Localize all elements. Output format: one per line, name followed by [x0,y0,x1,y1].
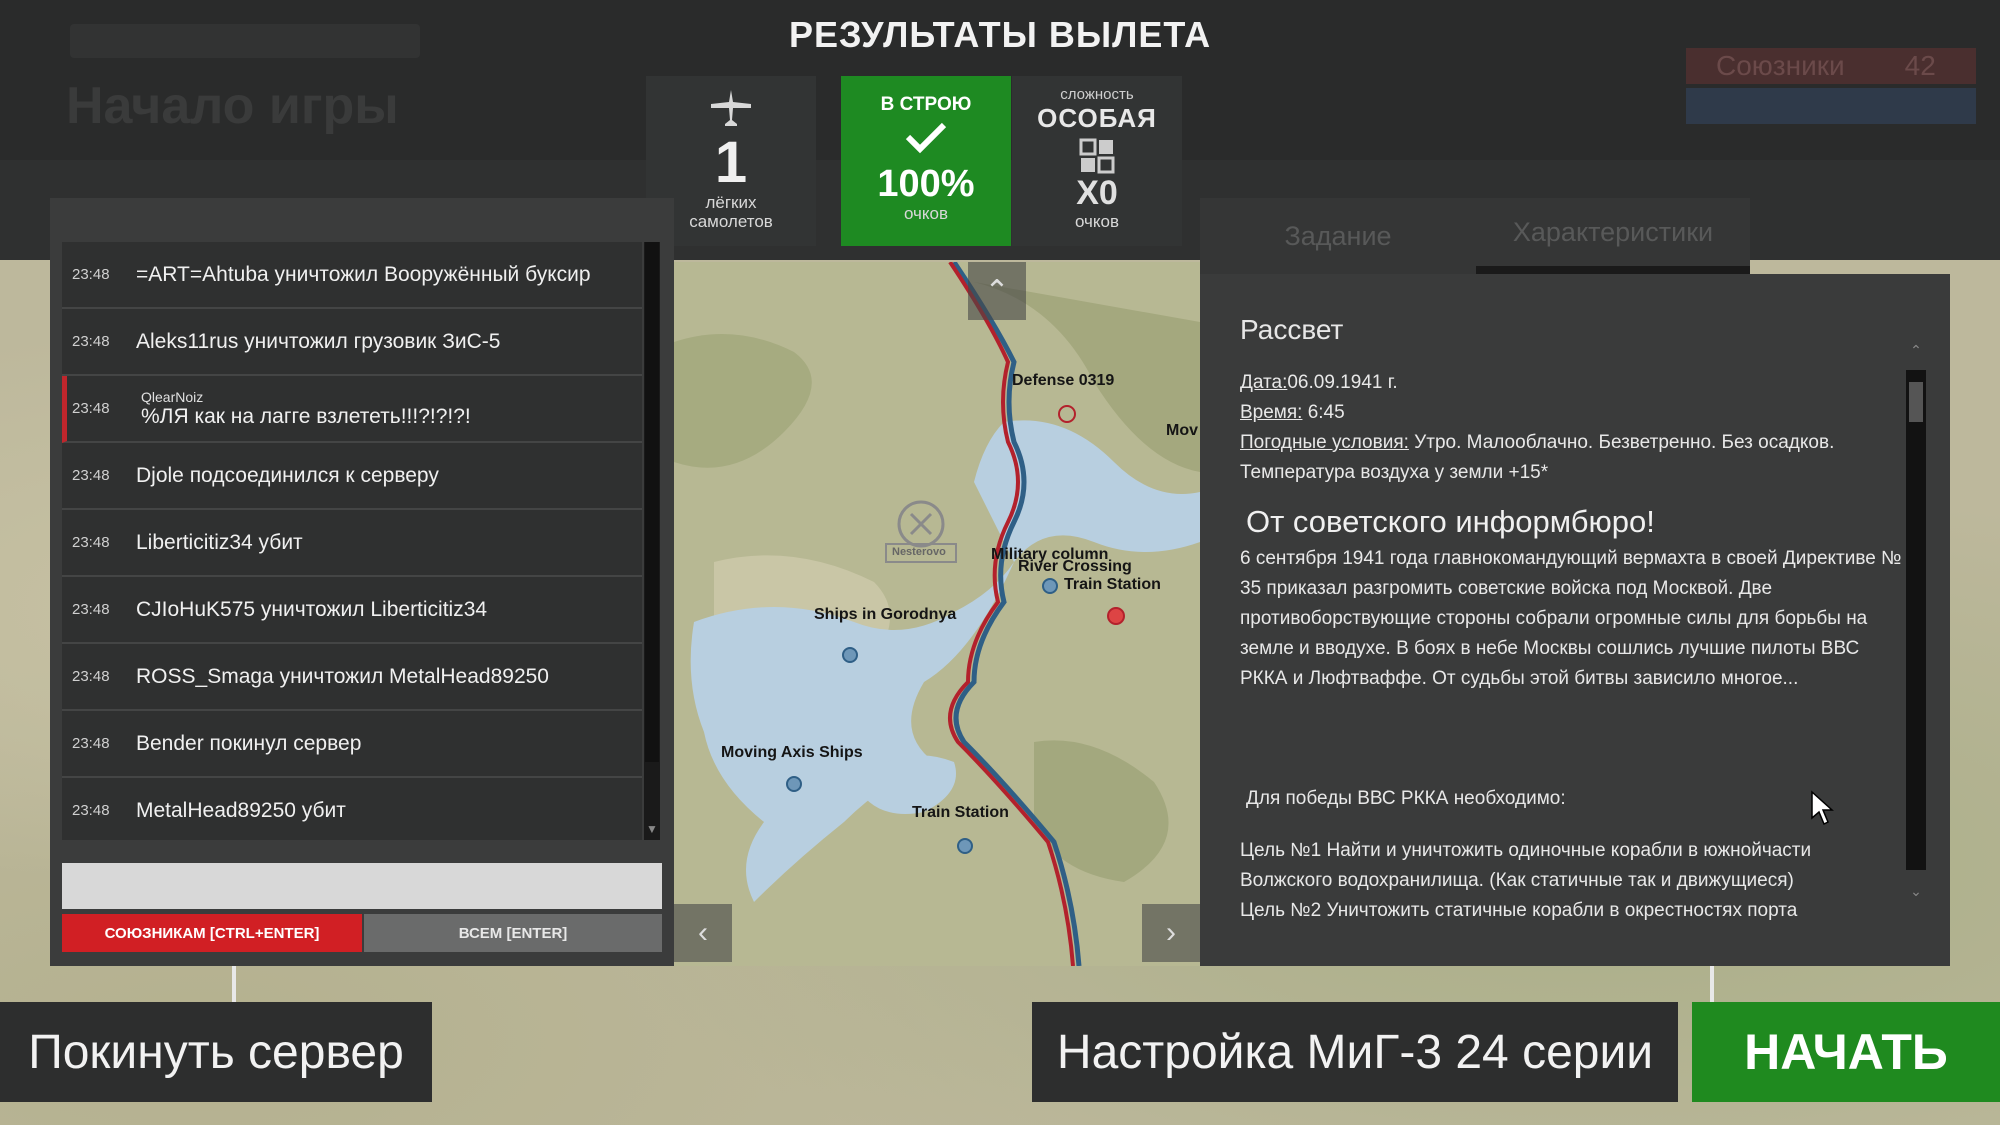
chevron-up-icon[interactable]: ⌃ [1906,342,1926,359]
weather-value: Утро. Малооблачно. Безветренно. Без осад… [1408,432,1835,453]
difficulty-level: ОСОБАЯ [1037,103,1157,133]
chat-time: 23:48 [72,333,110,350]
chat-text: =ART=Ahtuba уничтожил Вооружённый буксир [136,262,591,286]
briefing-content[interactable]: Рассвет Дата:06.09.1941 г. Время: 6:45 П… [1240,314,1906,938]
time-value: 6:45 [1302,402,1345,423]
leave-server-button[interactable]: Покинуть сервер [0,1002,432,1102]
checkmark-icon [841,118,1011,164]
tab-task[interactable]: Задание [1200,198,1476,274]
chat-time: 23:48 [72,668,110,685]
briefing-heading: От советского информбюро! [1246,504,1655,539]
goal-header: Для победы ВВС РККА необходимо: [1246,788,1566,809]
chat-text: Liberticitiz34 убит [136,530,303,554]
stat-status: В СТРОЮ 100% очков [841,76,1011,246]
chat-text: Bender покинул сервер [136,731,362,755]
mouse-cursor-icon [1811,790,1834,826]
chat-author: QlearNoiz [141,388,204,405]
date-label: Дата: [1240,372,1288,393]
briefing-paragraph: 6 сентября 1941 года главнокомандующий в… [1240,548,1902,689]
map-grid-mark [1710,966,1714,1002]
map-label-mov: Mov [1166,422,1198,439]
status-percent: 100% [877,163,975,205]
chat-text: CJIoHuK575 уничтожил Liberticitiz34 [136,597,488,621]
chat-message: 23:48 Djole подсоединился к серверу [62,443,642,510]
difficulty-header: сложность [1060,86,1134,103]
briefing-time: Время: 6:45 [1240,398,1906,428]
chat-message: 23:48 MetalHead89250 убит [62,778,642,840]
chat-message: 23:48 Aleks11rus уничтожил грузовик ЗиС-… [62,309,642,376]
ghost-title: Начало игры [66,77,399,135]
grid-icon [1079,138,1115,174]
page-title: РЕЗУЛЬТАТЫ ВЫЛЕТА [788,14,1212,55]
briefing-panel: Рассвет Дата:06.09.1941 г. Время: 6:45 П… [1200,274,1950,966]
briefing-scroll-thumb[interactable] [1909,382,1923,422]
chevron-down-icon[interactable]: ⌄ [1906,883,1926,900]
map-right-arrow-icon[interactable]: › [1142,904,1200,962]
map-up-arrow-icon[interactable]: ⌃ [968,262,1026,320]
chat-time: 23:48 [72,735,110,752]
map-label-moving-axis: Moving Axis Ships [721,744,863,761]
map-label-defense: Defense 0319 [1012,372,1115,389]
map-label-train-2: Train Station [912,804,1009,821]
chat-input[interactable] [62,863,662,909]
status-header: В СТРОЮ [880,94,972,115]
briefing-tabs: Задание Характеристики [1200,198,1750,274]
goal-2: Цель №2 Уничтожить статичные корабли в о… [1240,900,1798,921]
briefing-weather: Погодные условия: Утро. Малооблачно. Без… [1240,428,1906,458]
chat-text: Aleks11rus уничтожил грузовик ЗиС-5 [136,329,501,353]
planes-count: 1 [714,130,748,195]
chat-scroll-thumb[interactable] [645,242,659,762]
chat-time: 23:48 [72,601,110,618]
map-left-arrow-icon[interactable]: ‹ [674,904,732,962]
map-label-ships-gorodnya: Ships in Gorodnya [814,606,957,623]
chat-scrollbar[interactable]: ▼ [644,242,660,840]
briefing-date: Дата:06.09.1941 г. [1240,368,1906,398]
plane-icon [711,90,751,126]
map-grid-mark [232,966,236,1002]
status-label: очков [903,204,949,223]
aircraft-setup-button[interactable]: Настройка МиГ-3 24 серии [1032,1002,1678,1102]
map-label-nesterovo: Nesterovo [892,546,946,558]
chat-text: ROSS_Smaga уничтожил MetalHead89250 [136,664,549,688]
time-label: Время: [1240,402,1303,423]
difficulty-label: очков [1074,212,1120,231]
send-all-button[interactable]: ВСЕМ [ENTER] [364,914,662,952]
date-value: 06.09.1941 г. [1287,372,1398,393]
briefing-title: Рассвет [1240,314,1344,345]
map-label-train-1: Train Station [1064,576,1161,593]
chat-message: 23:48 CJIoHuK575 уничтожил Liberticitiz3… [62,577,642,644]
chat-message: 23:48 =ART=Ahtuba уничтожил Вооружённый … [62,242,642,309]
send-allies-button[interactable]: СОЮЗНИКАМ [CTRL+ENTER] [62,914,362,952]
briefing-scrollbar[interactable]: ⌃ ⌄ [1906,342,1926,899]
chevron-down-icon[interactable]: ▼ [644,822,660,836]
briefing-temperature: Температура воздуха у земли +15* [1240,462,1549,483]
chat-text: MetalHead89250 убит [136,798,346,822]
chat-message: 23:48 Liberticitiz34 убит [62,510,642,577]
chat-time: 23:48 [72,467,110,484]
chat-text: %ЛЯ как на лагге взлететь!!!?!?!?! [141,404,471,428]
ghost-scoreboard: Союзники 42 [1686,48,1976,128]
chat-text: Djole подсоединился к серверу [136,463,439,487]
mission-map[interactable]: Defense 0319 Mov Military column River C… [674,262,1200,966]
chat-time: 23:48 [72,266,110,283]
chat-message: 23:48 Bender покинул сервер [62,711,642,778]
chat-time: 23:48 [72,802,110,819]
chat-message-highlighted: 23:48 QlearNoiz %ЛЯ как на лагге взлетет… [62,376,642,443]
chat-list[interactable]: 23:48 =ART=Ahtuba уничтожил Вооружённый … [62,242,642,840]
chat-time: 23:48 [72,534,110,551]
chat-message: 23:48 ROSS_Smaga уничтожил MetalHead8925… [62,644,642,711]
chat-panel: 23:48 =ART=Ahtuba уничтожил Вооружённый … [50,198,674,966]
stat-difficulty: сложность ОСОБАЯ X0 очков [1012,76,1182,246]
start-button[interactable]: НАЧАТЬ [1692,1002,2000,1102]
chat-time: 23:48 [72,400,110,417]
tab-characteristics[interactable]: Характеристики [1476,198,1750,274]
map-label-river: River Crossing [1018,558,1132,575]
weather-label: Погодные условия: [1240,432,1409,453]
goal-1: Цель №1 Найти и уничтожить одиночные кор… [1240,840,1812,891]
difficulty-multiplier: X0 [1076,174,1118,212]
